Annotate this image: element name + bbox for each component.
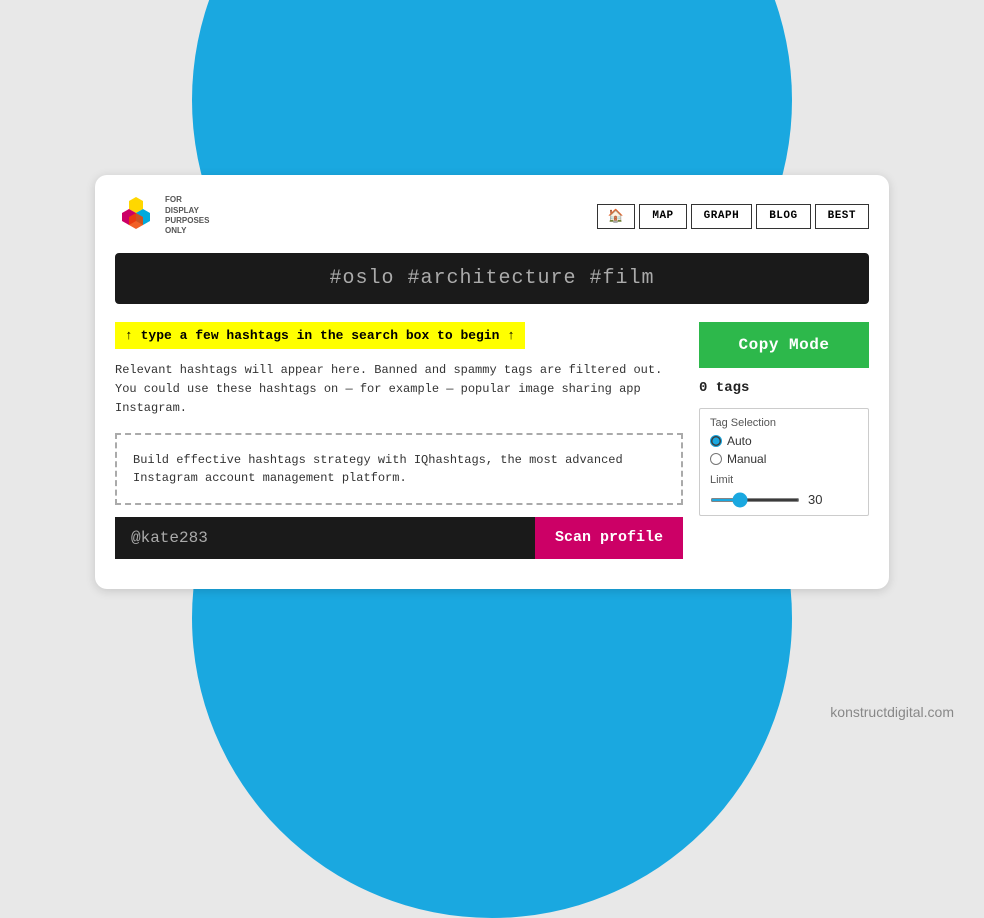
- promo-text: Build effective hashtags strategy with I…: [133, 451, 665, 487]
- logo-icon: [115, 195, 157, 237]
- radio-auto-input[interactable]: [710, 435, 722, 447]
- hint-box: ↑ type a few hashtags in the search box …: [115, 322, 525, 349]
- scan-profile-button[interactable]: Scan profile: [535, 517, 683, 559]
- radio-manual-label: Manual: [727, 452, 766, 466]
- logo-text: FOR DISPLAY PURPOSES ONLY: [165, 195, 209, 237]
- nav-graph-button[interactable]: GRAPH: [691, 204, 753, 229]
- nav-buttons: 🏠 MAP GRAPH BLOG BEST: [597, 204, 869, 229]
- copy-mode-button[interactable]: Copy Mode: [699, 322, 869, 368]
- radio-manual-input[interactable]: [710, 453, 722, 465]
- input-row: Scan profile: [115, 517, 683, 559]
- radio-manual[interactable]: Manual: [710, 452, 858, 466]
- promo-box: Build effective hashtags strategy with I…: [115, 433, 683, 505]
- tags-count: 0 tags: [699, 376, 869, 400]
- nav-map-button[interactable]: MAP: [639, 204, 686, 229]
- nav-best-button[interactable]: BEST: [815, 204, 869, 229]
- description-text: Relevant hashtags will appear here. Bann…: [115, 361, 683, 419]
- right-panel: Copy Mode 0 tags Tag Selection Auto Manu…: [699, 322, 869, 559]
- search-placeholder-text: #oslo #architecture #film: [329, 267, 654, 290]
- radio-auto[interactable]: Auto: [710, 434, 858, 448]
- footer: konstructdigital.com: [830, 704, 954, 720]
- limit-slider[interactable]: [710, 498, 800, 502]
- nav-blog-button[interactable]: BLOG: [756, 204, 810, 229]
- left-panel: ↑ type a few hashtags in the search box …: [115, 322, 683, 559]
- main-card: FOR DISPLAY PURPOSES ONLY 🏠 MAP GRAPH BL…: [95, 175, 889, 589]
- tag-selection-label: Tag Selection: [710, 417, 858, 429]
- home-icon: 🏠: [608, 209, 625, 224]
- logo: FOR DISPLAY PURPOSES ONLY: [115, 195, 209, 237]
- limit-group: Limit 30: [710, 474, 858, 507]
- slider-row: 30: [710, 492, 858, 507]
- limit-label: Limit: [710, 474, 858, 486]
- hint-text: ↑ type a few hashtags in the search box …: [125, 328, 515, 343]
- search-bar[interactable]: #oslo #architecture #film: [115, 253, 869, 304]
- profile-input[interactable]: [115, 517, 535, 559]
- content-area: ↑ type a few hashtags in the search box …: [115, 322, 869, 559]
- radio-auto-label: Auto: [727, 434, 752, 448]
- header: FOR DISPLAY PURPOSES ONLY 🏠 MAP GRAPH BL…: [115, 195, 869, 237]
- limit-value: 30: [808, 492, 822, 507]
- nav-home-button[interactable]: 🏠: [597, 204, 636, 229]
- footer-text: konstructdigital.com: [830, 704, 954, 720]
- settings-box: Tag Selection Auto Manual Limit 30: [699, 408, 869, 516]
